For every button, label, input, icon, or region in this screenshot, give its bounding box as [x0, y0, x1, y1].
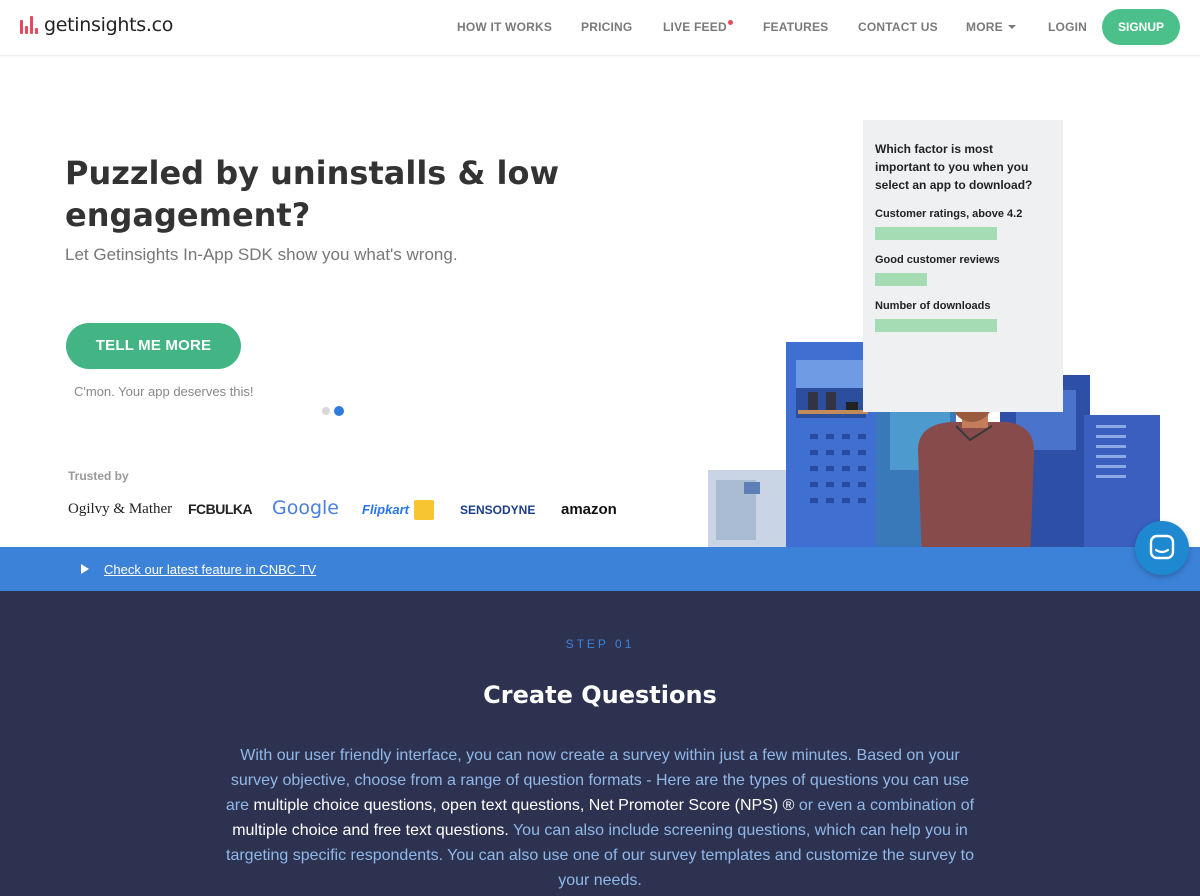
nav-more-dropdown[interactable]: MORE: [966, 20, 1016, 34]
survey-option-bar: [875, 227, 997, 240]
nav-live-feed[interactable]: LIVE FEED: [663, 20, 733, 34]
hero-title: Puzzled by uninstalls & low engagement?: [65, 154, 560, 234]
logo-text: getinsights.co: [44, 14, 174, 36]
survey-option-label: Good customer reviews: [875, 254, 1000, 266]
chat-launcher-button[interactable]: [1135, 521, 1189, 575]
brand-logo-fcbulka: FCBULKA: [188, 501, 253, 517]
logo-bars-icon: [20, 16, 38, 34]
nav-how-it-works[interactable]: HOW IT WORKS: [457, 20, 552, 34]
step-section: STEP 01 Create Questions With our user f…: [0, 591, 1200, 896]
survey-option-label: Customer ratings, above 4.2: [875, 208, 1023, 220]
brand-logo-flipkart: Flipkart: [362, 502, 409, 517]
chevron-down-icon: [1007, 25, 1016, 29]
hero-subtitle: Let Getinsights In-App SDK show you what…: [65, 245, 458, 264]
top-navbar: getinsights.co HOW IT WORKS PRICING LIVE…: [0, 0, 1200, 56]
nav-more-label: MORE: [966, 20, 1003, 34]
brand-logo-amazon: amazon: [561, 501, 617, 518]
section-title: Create Questions: [483, 681, 717, 709]
nav-pricing[interactable]: PRICING: [581, 20, 632, 34]
carousel-dot-2[interactable]: [334, 406, 344, 416]
logo[interactable]: getinsights.co: [20, 14, 173, 36]
brand-logo-sensodyne: SENSODYNE: [460, 503, 536, 517]
carousel-dot-1[interactable]: [322, 407, 330, 415]
play-icon: [81, 564, 89, 574]
brand-logo-google: Google: [272, 497, 340, 519]
signup-button[interactable]: SIGNUP: [1102, 9, 1180, 45]
body-highlight: multiple choice and free text questions.: [232, 822, 509, 839]
section-body: With our user friendly interface, you ca…: [220, 743, 980, 893]
nav-live-feed-label: LIVE FEED: [663, 20, 727, 34]
cnbc-feature-link[interactable]: Check our latest feature in CNBC TV: [104, 562, 316, 577]
step-label: STEP 01: [565, 637, 635, 651]
cta-note: C'mon. Your app deserves this!: [74, 384, 254, 399]
live-indicator-icon: [727, 20, 733, 25]
survey-option-bar: [875, 273, 927, 286]
chat-icon: [1149, 534, 1175, 560]
tell-me-more-button[interactable]: TELL ME MORE: [66, 323, 241, 369]
survey-option-bar: [875, 319, 997, 332]
body-text-part: or even a combination of: [794, 797, 975, 814]
survey-option-label: Number of downloads: [875, 300, 991, 312]
announcement-strip: Check our latest feature in CNBC TV: [0, 547, 1200, 591]
trusted-by-label: Trusted by: [68, 469, 129, 483]
nav-login[interactable]: LOGIN: [1048, 20, 1087, 34]
survey-preview-card: Which factor is most important to you wh…: [863, 120, 1063, 412]
flipkart-bag-icon: [414, 500, 434, 520]
nav-contact-us[interactable]: CONTACT US: [858, 20, 938, 34]
carousel-dots: [322, 406, 344, 416]
body-highlight: multiple choice questions, open text que…: [253, 797, 795, 814]
survey-question: Which factor is most important to you wh…: [875, 142, 1033, 192]
brand-logo-ogilvy: Ogilvy & Mather: [68, 501, 173, 517]
nav-features[interactable]: FEATURES: [763, 20, 828, 34]
